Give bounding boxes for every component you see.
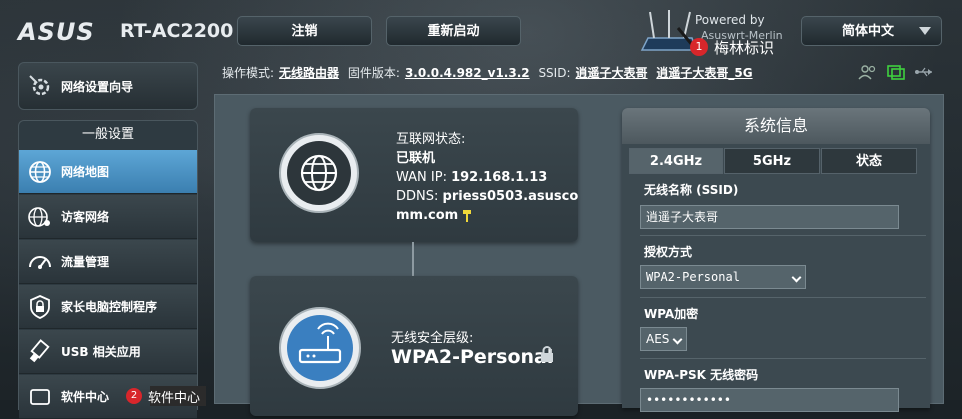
annotation-software-center: 2 软件中心 xyxy=(126,386,207,406)
software-center-icon xyxy=(30,388,50,405)
annotation-merlin: 1 梅林标识 xyxy=(690,36,774,58)
wan-ip-value: 192.168.1.13 xyxy=(451,170,548,185)
tab-2-4ghz[interactable]: 2.4GHz xyxy=(629,148,723,174)
status-icons xyxy=(858,64,934,80)
language-select[interactable]: 简体中文 xyxy=(801,16,942,46)
security-level-value: WPA2-Personal xyxy=(391,346,554,368)
sidebar-item-guest-network[interactable]: 访客网络 xyxy=(19,195,197,239)
sidebar-item-label: 访客网络 xyxy=(61,210,110,224)
wpa-encryption-select[interactable]: AES xyxy=(640,327,687,351)
auth-method-select[interactable]: WPA2-Personal xyxy=(640,265,806,289)
ssid-5g-link[interactable]: 逍遥子大表哥_5G xyxy=(656,66,752,80)
wpa-psk-input[interactable]: •••••••••••• xyxy=(640,388,899,412)
sidebar-item-usb-application[interactable]: USB 相关应用 xyxy=(19,330,197,374)
system-info-title: 系统信息 xyxy=(622,108,930,144)
clients-icon[interactable] xyxy=(858,64,878,80)
parental-shield-icon xyxy=(30,294,50,319)
annotation-text: 梅林标识 xyxy=(714,38,775,57)
internet-status-label: 互联网状态: xyxy=(396,132,466,147)
wan-ip-label: WAN IP: xyxy=(396,170,447,185)
model-name: RT-AC2200 xyxy=(120,20,234,42)
asus-logo[interactable]: ASUS xyxy=(18,18,95,46)
usb-icon xyxy=(29,338,50,362)
wpa-encryption-value: AES xyxy=(646,332,670,346)
chevron-down-icon xyxy=(919,27,931,35)
annotation-text: 软件中心 xyxy=(148,390,201,406)
firmware-label: 固件版本: xyxy=(347,66,400,80)
usb-status-icon[interactable] xyxy=(914,64,934,80)
wizard-icon xyxy=(29,75,50,96)
guest-network-icon xyxy=(28,206,50,227)
sidebar-item-network-map[interactable]: 网络地图 xyxy=(19,150,197,194)
network-status-icon[interactable] xyxy=(886,64,906,80)
status-bar: 操作模式: 无线路由器 固件版本: 3.0.0.4.982_v1.3.2 SSID:… xyxy=(222,64,758,82)
ddns-value-line1: priess0503.asusco xyxy=(442,189,579,204)
auth-method-label: 授权方式 xyxy=(644,245,693,259)
annotation-number: 1 xyxy=(690,38,708,56)
mode-link[interactable]: 无线路由器 xyxy=(279,66,339,80)
sidebar-item-label: 流量管理 xyxy=(61,255,110,269)
sidebar-item-label: USB 相关应用 xyxy=(61,345,141,359)
sidebar-item-traffic-manager[interactable]: 流量管理 xyxy=(19,240,197,284)
quick-setup-button[interactable]: 网络设置向导 xyxy=(18,62,198,110)
sidebar-item-parental-control[interactable]: 家长电脑控制程序 xyxy=(19,285,197,329)
logout-button[interactable]: 注销 xyxy=(237,16,372,46)
gauge-icon xyxy=(29,255,51,269)
chevron-down-icon xyxy=(672,334,683,345)
tab-5ghz[interactable]: 5GHz xyxy=(724,148,820,174)
internet-status-value: 已联机 xyxy=(396,151,436,166)
sidebar-group-title: 一般设置 xyxy=(81,127,134,142)
reboot-button[interactable]: 重新启动 xyxy=(386,16,521,46)
security-level-label: 无线安全层级: xyxy=(391,331,474,346)
mode-label: 操作模式: xyxy=(222,66,275,80)
annotation-number: 2 xyxy=(126,388,142,404)
quick-setup-label: 网络设置向导 xyxy=(61,80,134,94)
lock-icon xyxy=(541,346,553,362)
header: ASUS RT-AC2200 注销 重新启动 Powered by Asuswr… xyxy=(0,0,962,62)
ssid-field-label: 无线名称 (SSID) xyxy=(644,183,739,197)
chevron-down-icon xyxy=(791,272,802,283)
ddns-hint-icon[interactable] xyxy=(462,209,472,223)
globe-icon xyxy=(29,160,51,183)
internet-globe-icon[interactable] xyxy=(278,132,360,214)
powered-by-label: Powered by xyxy=(695,13,765,27)
sidebar-item-label: 网络地图 xyxy=(61,165,110,179)
internet-status-info: 互联网状态: 已联机 WAN IP: 192.168.1.13 DDNS: pr… xyxy=(396,130,578,225)
divider xyxy=(640,297,926,298)
ddns-value-line2: mm.com xyxy=(396,208,459,223)
divider xyxy=(640,235,926,236)
sidebar-item-label: 软件中心 xyxy=(61,390,110,404)
firmware-link[interactable]: 3.0.0.4.982_v1.3.2 xyxy=(405,66,530,80)
ssid-label: SSID: xyxy=(538,66,571,80)
ssid-2g-link[interactable]: 逍遥子大表哥 xyxy=(576,66,648,80)
language-value: 简体中文 xyxy=(842,24,895,39)
tab-status[interactable]: 状态 xyxy=(821,148,917,174)
sidebar-item-label: 家长电脑控制程序 xyxy=(61,300,158,314)
auth-method-value: WPA2-Personal xyxy=(646,270,740,284)
divider xyxy=(640,358,926,359)
wpa-psk-label: WPA-PSK 无线密码 xyxy=(644,368,759,382)
ddns-label: DDNS: xyxy=(396,189,439,204)
wireless-router-icon[interactable] xyxy=(278,306,362,390)
wpa-encryption-label: WPA加密 xyxy=(644,307,699,321)
connector-line xyxy=(412,242,414,276)
ssid-input[interactable]: 逍遥子大表哥 xyxy=(640,205,899,229)
